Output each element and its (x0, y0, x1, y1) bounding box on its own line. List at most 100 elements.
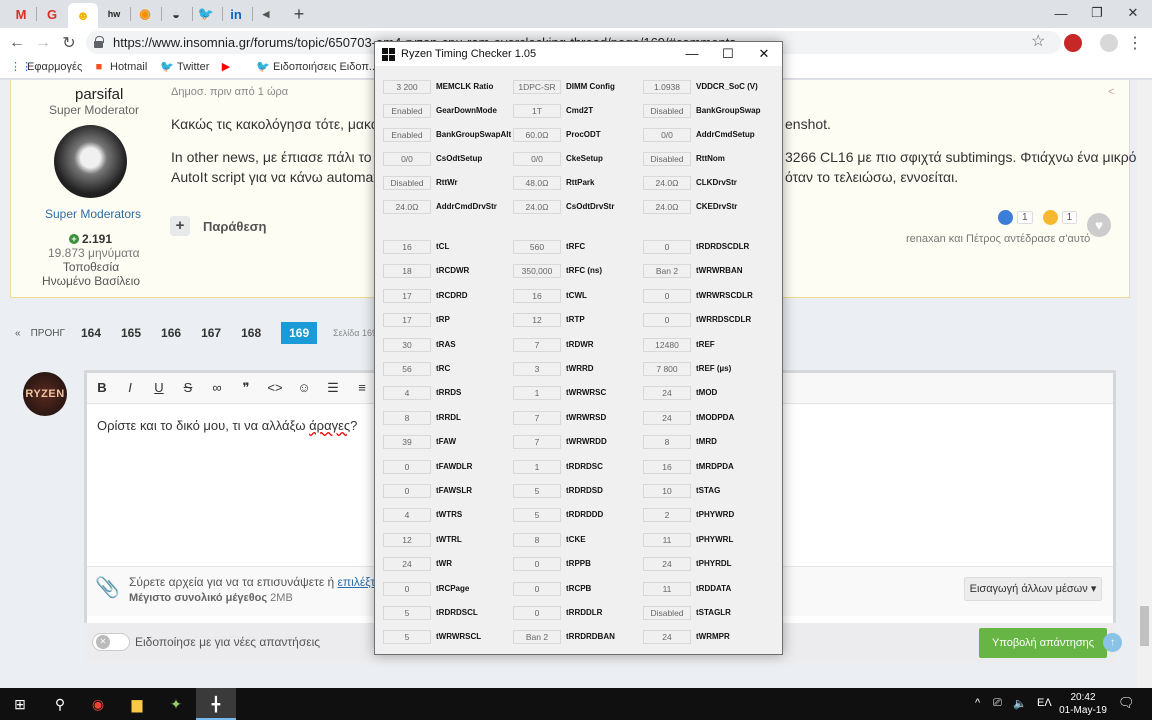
timing-value[interactable]: 17 (383, 313, 431, 328)
timing-value[interactable]: 24.0Ω (383, 200, 431, 214)
timing-value[interactable]: Disabled (383, 176, 431, 190)
tab-audio[interactable]: ◂ (251, 3, 281, 25)
timing-value[interactable]: 4 (383, 386, 431, 401)
timing-value[interactable]: 7 800 (643, 362, 691, 376)
timing-value[interactable]: 1 (513, 459, 561, 474)
link-icon[interactable]: ∞ (208, 379, 226, 397)
timing-value[interactable]: 11 (643, 532, 691, 547)
timing-value[interactable]: 5 (383, 606, 431, 620)
react-heart-button[interactable]: ♥ (1087, 213, 1111, 237)
timing-value[interactable]: 3 (513, 362, 561, 376)
tab-hwi[interactable]: hw (99, 3, 129, 25)
tab-google[interactable]: G (37, 3, 67, 25)
bookmark-notifications[interactable]: 🐦 Ειδοποιήσεις Ειδοπ... (256, 61, 378, 73)
page-link[interactable]: 164 (81, 326, 101, 340)
quote-label[interactable]: Παράθεση (203, 219, 266, 234)
network-icon[interactable]: ⎚ (993, 697, 1002, 710)
timing-value[interactable]: 560 (513, 240, 561, 254)
emoji-icon[interactable]: ☺ (295, 379, 313, 397)
timing-value[interactable]: 10 (643, 484, 691, 498)
tray-chevron-icon[interactable]: ^ (975, 697, 980, 709)
tab-firefox[interactable]: ◉ (130, 3, 160, 25)
bookmark-apps[interactable]: ⋮⋮ Εφαρμογές (10, 61, 82, 73)
insert-media-button[interactable]: Εισαγωγή άλλων μέσων ▾ (964, 577, 1102, 601)
bookmark-youtube[interactable]: ▶ (220, 61, 232, 73)
user-avatar[interactable]: RYZEN (23, 372, 67, 416)
tab-linkedin[interactable]: in (221, 3, 251, 25)
taskbar-ryzen-timing-checker[interactable]: ╋ (196, 688, 236, 720)
timing-value[interactable]: 30 (383, 337, 431, 352)
timing-value[interactable]: 12 (383, 532, 431, 547)
timing-value[interactable]: Disabled (643, 152, 691, 166)
notify-toggle[interactable] (92, 633, 130, 651)
numbered-list-icon[interactable]: ≡ (353, 379, 371, 397)
tab-gmail[interactable]: M (6, 3, 36, 25)
taskbar-app[interactable]: ✦ (156, 688, 196, 720)
current-page[interactable]: 169 (281, 322, 318, 344)
timing-value[interactable]: 12 (513, 313, 561, 328)
timing-value[interactable]: 24.0Ω (643, 176, 691, 190)
timing-value[interactable]: 24 (643, 386, 691, 401)
timing-value[interactable]: 350,000 (513, 264, 561, 279)
editor-text[interactable]: Ορίστε και το δικό μου, τι να αλλάξω άρα… (97, 418, 357, 433)
page-link[interactable]: 167 (201, 326, 221, 340)
timing-value[interactable]: 48.0Ω (513, 176, 561, 190)
timing-value[interactable]: 56 (383, 362, 431, 376)
timing-value[interactable]: Ban 2 (643, 264, 691, 279)
author-group[interactable]: Super Moderators (45, 207, 141, 221)
bullet-list-icon[interactable]: ☰ (324, 379, 342, 397)
timing-value[interactable]: 12480 (643, 337, 691, 352)
timing-value[interactable]: 0/0 (643, 128, 691, 142)
taskbar-file-explorer[interactable]: ▆ (117, 688, 157, 720)
timing-value[interactable]: 1T (513, 104, 561, 118)
quote-icon[interactable]: ❞ (237, 379, 255, 397)
timing-value[interactable]: 60.0Ω (513, 128, 561, 142)
timing-value[interactable]: 1DPC-SR (513, 80, 561, 94)
timing-value[interactable]: 24 (643, 557, 691, 572)
timing-value[interactable]: 39 (383, 435, 431, 450)
tab-twitter[interactable]: 🐦 (191, 3, 221, 25)
author-avatar[interactable] (54, 125, 127, 198)
tab-insomnia-active[interactable]: ☻ (68, 3, 98, 28)
timing-value[interactable]: 5 (513, 508, 561, 523)
timing-value[interactable]: 3 200 (383, 80, 431, 94)
search-button[interactable]: ⚲ (40, 688, 80, 720)
timing-value[interactable]: 18 (383, 264, 431, 279)
bookmark-star-icon[interactable]: ☆ (1031, 31, 1045, 51)
timing-value[interactable]: 0/0 (383, 152, 431, 166)
profile-avatar[interactable] (1100, 34, 1118, 52)
dialog-titlebar[interactable]: Ryzen Timing Checker 1.05 — ☐ ✕ (375, 42, 782, 66)
timing-value[interactable]: 7 (513, 435, 561, 450)
bookmark-twitter[interactable]: 🐦 Twitter (160, 61, 209, 73)
timing-value[interactable]: 0 (643, 240, 691, 254)
timing-value[interactable]: 8 (643, 435, 691, 450)
timing-value[interactable]: 0 (383, 581, 431, 596)
timing-value[interactable]: 24.0Ω (643, 200, 691, 214)
maximize-button[interactable]: ❐ (1079, 2, 1115, 24)
scroll-top-icon[interactable]: ↑ (1103, 633, 1122, 652)
dialog-maximize-button[interactable]: ☐ (714, 45, 742, 63)
timing-value[interactable]: Disabled (643, 606, 691, 620)
italic-icon[interactable]: I (121, 379, 139, 397)
timing-value[interactable]: Enabled (383, 104, 431, 118)
close-window-button[interactable]: ✕ (1115, 2, 1151, 24)
timing-value[interactable]: 0 (383, 459, 431, 474)
share-icon[interactable]: < (1108, 86, 1114, 98)
timing-value[interactable]: 0 (643, 313, 691, 328)
timing-value[interactable]: 2 (643, 508, 691, 523)
timing-value[interactable]: 5 (513, 484, 561, 498)
adblock-extension-icon[interactable] (1064, 34, 1082, 52)
reacted-by[interactable]: renaxan και Πέτρος αντέδρασε σ'αυτό (906, 233, 1090, 245)
timing-value[interactable]: 5 (383, 630, 431, 645)
timing-value[interactable]: Disabled (643, 104, 691, 118)
timing-value[interactable]: 11 (643, 581, 691, 596)
underline-icon[interactable]: U (150, 379, 168, 397)
dialog-minimize-button[interactable]: — (678, 45, 706, 63)
taskbar-chrome[interactable]: ◉ (78, 688, 118, 720)
timing-value[interactable]: 0 (513, 557, 561, 572)
chrome-menu-button[interactable]: ⋮ (1124, 32, 1146, 54)
scrollbar-thumb[interactable] (1140, 606, 1149, 646)
timing-value[interactable]: 0 (513, 606, 561, 620)
clock[interactable]: 20:42 01-May-19 (1058, 691, 1108, 717)
code-icon[interactable]: <> (266, 379, 284, 397)
